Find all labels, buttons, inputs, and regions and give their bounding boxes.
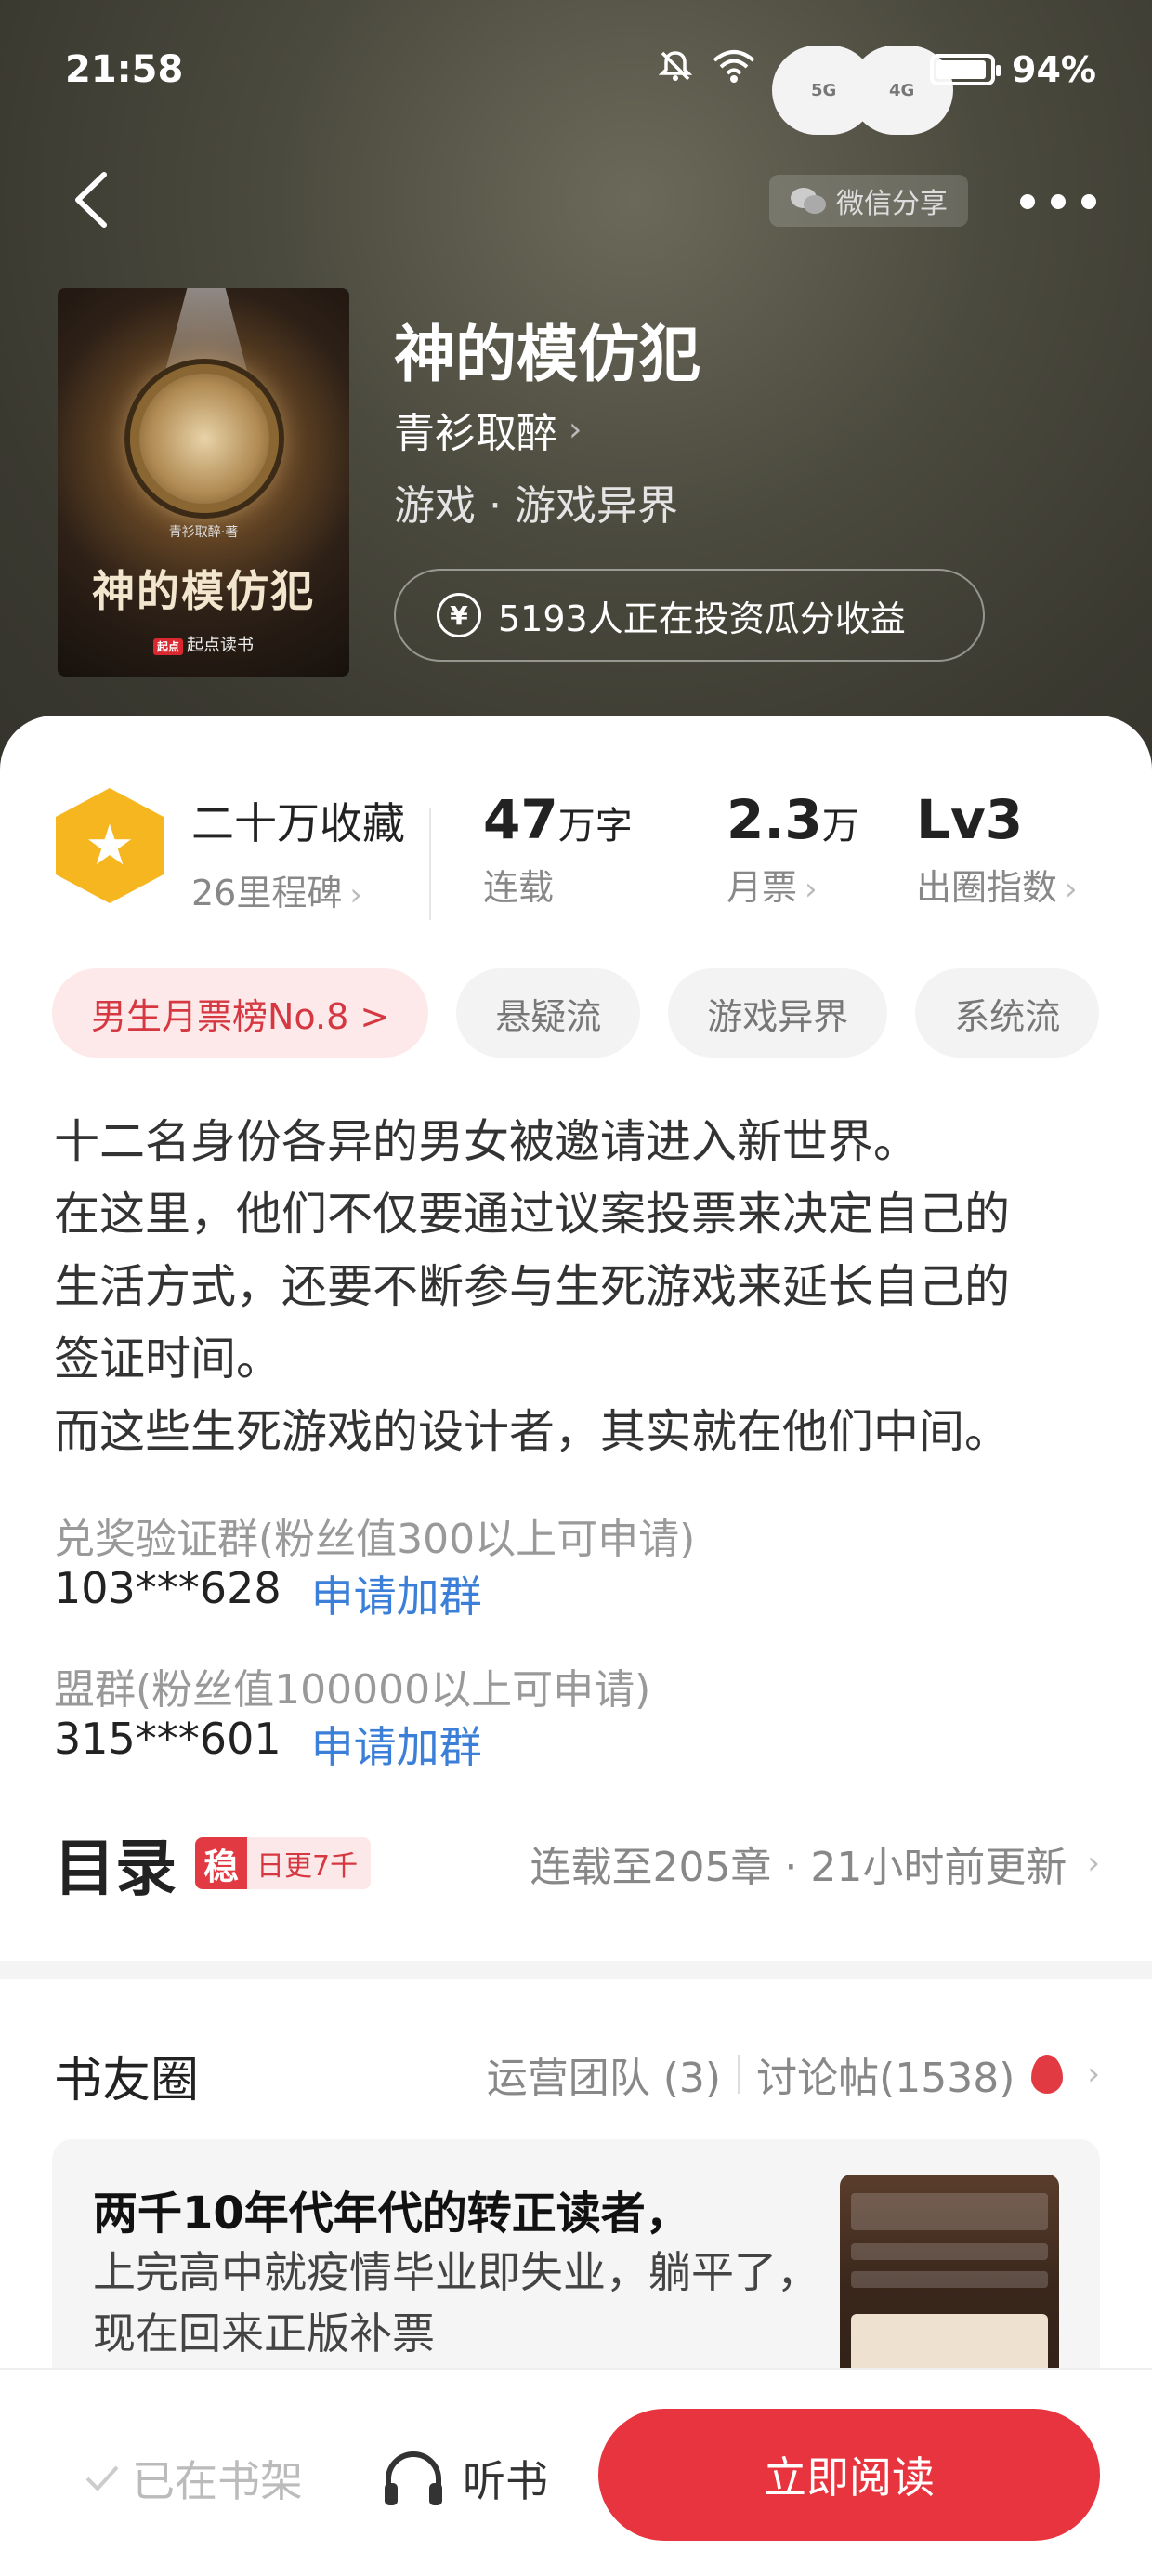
description-line: 生活方式，还要不断参与生死游戏来延长自己的 (54, 1260, 1011, 1313)
chevron-right-icon: › (1087, 1845, 1100, 1882)
more-options-button[interactable] (1020, 186, 1096, 217)
status-time: 21:58 (65, 48, 184, 91)
yen-icon: ¥ (437, 593, 481, 637)
bottom-action-bar: 已在书架 听书 立即阅读 (0, 2368, 1152, 2576)
collection-value: 二十万收藏 (191, 798, 405, 848)
stat-divider (429, 808, 431, 920)
post-body: 上完高中就疫情毕业即失业，躺平了，现在回来正版补票 (93, 2247, 819, 2359)
divider (738, 2055, 740, 2094)
on-shelf-label: 已在书架 (132, 2456, 303, 2506)
author-name: 青衫取醉 (394, 410, 557, 457)
description-line: 在这里，他们不仅要通过议案投票来决定自己的 (54, 1188, 1011, 1241)
battery-percent: 94% (1012, 49, 1096, 90)
wechat-icon (791, 188, 826, 214)
description-line: 十二名身份各异的男女被邀请进入新世界。 (54, 1115, 920, 1168)
tickets-label: 月票 › (727, 867, 818, 908)
collection-stat[interactable]: 二十万收藏 26里程碑 › (191, 790, 405, 915)
friends-heading: 书友圈 (54, 2053, 200, 2109)
cover-publisher: 起点 起点读书 (58, 632, 349, 656)
stable-icon: 稳 (195, 1837, 247, 1889)
group-row: 315***601 申请加群 (54, 1714, 482, 1775)
cover-title: 神的模仿犯 (92, 566, 315, 616)
group-number: 315***601 (54, 1714, 281, 1764)
on-shelf-button[interactable]: 已在书架 (84, 2448, 303, 2509)
mute-icon (657, 47, 694, 93)
group-row: 103***628 申请加群 (54, 1563, 482, 1624)
join-group-link[interactable]: 申请加群 (311, 1714, 482, 1775)
level-label: 出圈指数 › (916, 867, 1078, 908)
tickets-value: 2.3 (727, 788, 822, 851)
more-dot-icon (1020, 194, 1035, 209)
book-category[interactable]: 游戏 · 游戏异界 (394, 472, 678, 532)
invest-button[interactable]: ¥ 5193人正在投资瓜分收益 (394, 569, 985, 662)
more-dot-icon (1081, 194, 1096, 209)
read-now-button[interactable]: 立即阅读 (598, 2409, 1100, 2541)
friends-meta[interactable]: 运营团队 (3) 讨论帖(1538) › (487, 2044, 1100, 2104)
discussion-count: 讨论帖(1538) (756, 2055, 1015, 2102)
more-dot-icon (1051, 194, 1066, 209)
chevron-right-icon: › (569, 410, 583, 449)
invest-text: 5193人正在投资瓜分收益 (498, 598, 906, 639)
status-bar: 21:58 5G 4G 94% (65, 37, 1096, 135)
signal-5g-icon: 5G (772, 46, 876, 135)
group-number: 103***628 (54, 1563, 281, 1613)
post-title: 两千10年代年代的转正读者， (93, 2188, 690, 2240)
headphones-icon (385, 2451, 442, 2505)
cover-author: 青衫取醉·著 (168, 525, 239, 540)
join-group-link[interactable]: 申请加群 (311, 1563, 482, 1624)
back-button[interactable] (63, 167, 119, 232)
tag-ranking[interactable]: 男生月票榜No.8 > (52, 968, 429, 1058)
update-badge-text: 日更7千 (256, 1850, 359, 1883)
tickets-unit: 万 (821, 805, 859, 848)
listen-label: 听书 (463, 2456, 548, 2506)
book-cover[interactable]: 青衫取醉·著 神的模仿犯 起点 起点读书 (58, 288, 349, 677)
group-title: 盟群(粉丝值100000以上可申请) (54, 1666, 651, 1714)
popularity-stat[interactable]: Lv3 出圈指数 › (916, 788, 1078, 910)
words-value: 47 (483, 788, 558, 851)
chevron-left-icon (75, 172, 107, 228)
wechat-share-button[interactable]: 微信分享 (769, 175, 968, 227)
cover-clock-art (130, 364, 279, 513)
tag-item[interactable]: 游戏异界 (668, 968, 888, 1058)
monthly-tickets-stat[interactable]: 2.3万 月票 › (727, 788, 859, 910)
book-title: 神的模仿犯 (394, 318, 700, 390)
toc-heading: 目录 (54, 1833, 177, 1904)
check-icon (85, 2465, 119, 2491)
chevron-right-icon: › (1087, 2056, 1100, 2093)
signal-4g-icon: 4G (850, 46, 954, 135)
words-stat: 47万字 连载 (483, 788, 633, 910)
collection-star-icon: ★ (56, 788, 164, 903)
author-link[interactable]: 青衫取醉 › (394, 400, 582, 459)
collection-label: 26里程碑 › (191, 873, 362, 913)
group-title: 兑奖验证群(粉丝值300以上可申请) (54, 1516, 696, 1563)
table-of-contents-row[interactable]: 目录 稳 日更7千 连载至205章 · 21小时前更新 › (54, 1821, 1100, 1905)
book-description[interactable]: 十二名身份各异的男女被邀请进入新世界。 在这里，他们不仅要通过议案投票来决定自己… (54, 1106, 1104, 1468)
update-badge: 稳 日更7千 (195, 1837, 372, 1889)
tag-item[interactable]: 系统流 (915, 968, 1100, 1058)
words-unit: 万字 (557, 805, 633, 848)
flame-icon (1031, 2055, 1064, 2094)
tag-item[interactable]: 悬疑流 (456, 968, 641, 1058)
wechat-share-label: 微信分享 (836, 188, 948, 220)
level-value: Lv3 (916, 788, 1024, 851)
description-line: 签证时间。 (54, 1333, 282, 1386)
words-label: 连载 (483, 867, 555, 908)
ops-team-count: 运营团队 (3) (486, 2055, 722, 2102)
description-line: 而这些生死游戏的设计者，其实就在他们中间。 (54, 1405, 1011, 1458)
wifi-icon (711, 47, 757, 93)
book-friends-section: 书友圈 运营团队 (3) 讨论帖(1538) › 两千10年代年代的转正读者， … (0, 1979, 1152, 2437)
tag-list: 男生月票榜No.8 > 悬疑流 游戏异界 系统流 (52, 968, 1100, 1058)
toc-info: 连载至205章 · 21小时前更新 › (530, 1844, 1100, 1891)
listen-button[interactable]: 听书 (381, 2448, 548, 2509)
battery-icon (930, 54, 1001, 85)
book-info-card: ★ 二十万收藏 26里程碑 › 47万字 连载 2.3万 月票 › Lv3 出圈指数… (0, 716, 1152, 1961)
